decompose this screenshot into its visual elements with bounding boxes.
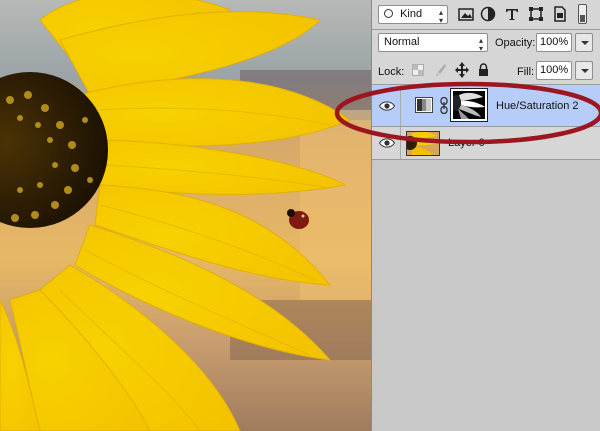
fill-value: 100% xyxy=(540,64,569,76)
canvas-photo xyxy=(0,0,371,431)
fill-dropdown-button[interactable] xyxy=(575,61,593,80)
image-filter-icon[interactable] xyxy=(458,6,474,22)
layer-name[interactable]: Hue/Saturation 2 xyxy=(496,100,579,112)
filter-toggle-icon[interactable] xyxy=(578,4,587,24)
shape-filter-icon[interactable] xyxy=(528,6,544,22)
blend-mode-value: Normal xyxy=(384,36,420,48)
search-icon xyxy=(384,9,393,18)
chevron-updown-icon: ▴ ▾ xyxy=(478,36,483,53)
blend-opacity-bar: Normal ▴ ▾ Opacity: 100% xyxy=(372,30,600,58)
layers-list-empty-area xyxy=(372,160,600,431)
eye-icon[interactable] xyxy=(379,138,395,148)
fill-label: Fill: xyxy=(517,66,535,78)
sunflower-thumbnail xyxy=(407,132,439,155)
lock-label: Lock: xyxy=(378,66,405,78)
filter-kind-label: Kind xyxy=(400,8,423,20)
mask-preview xyxy=(453,92,485,119)
type-filter-icon[interactable] xyxy=(504,6,520,22)
opacity-label: Opacity: xyxy=(495,37,536,49)
smart-object-filter-icon[interactable] xyxy=(552,6,568,22)
visibility-toggle[interactable] xyxy=(372,85,401,126)
adjustment-filter-icon[interactable] xyxy=(480,6,496,22)
opacity-input[interactable]: 100% xyxy=(536,33,572,52)
layer-mask-thumbnail[interactable] xyxy=(450,88,488,122)
sunflower-image xyxy=(0,0,371,431)
lock-transparency-icon[interactable] xyxy=(412,64,424,76)
lock-all-icon[interactable] xyxy=(478,63,489,76)
chain-link-icon[interactable] xyxy=(440,97,448,114)
layer-name[interactable]: Layer 0 xyxy=(448,137,485,149)
layer-thumbnail[interactable] xyxy=(406,131,440,156)
layer-filter-bar: Kind ▴ ▾ xyxy=(372,0,600,30)
lock-fill-bar: Lock: Fill: 100% xyxy=(372,58,600,84)
opacity-value: 100% xyxy=(540,36,569,48)
lock-pixels-brush-icon[interactable] xyxy=(435,63,447,77)
chevron-updown-icon: ▴ ▾ xyxy=(438,8,443,25)
layers-panel: Kind ▴ ▾ Normal ▴ ▾ Opacity: 100% Lock: … xyxy=(371,0,600,431)
layer-row-layer-0[interactable]: Layer 0 xyxy=(372,127,600,160)
blend-mode-dropdown[interactable]: Normal ▴ ▾ xyxy=(378,33,488,53)
lock-position-move-icon[interactable] xyxy=(455,62,469,78)
eye-icon[interactable] xyxy=(379,101,395,111)
fill-input[interactable]: 100% xyxy=(536,61,572,80)
filter-kind-dropdown[interactable]: Kind ▴ ▾ xyxy=(378,5,448,25)
hue-saturation-adjustment-icon xyxy=(415,97,433,113)
layer-row-hue-saturation-2[interactable]: Hue/Saturation 2 xyxy=(372,85,600,127)
visibility-toggle[interactable] xyxy=(372,127,401,159)
opacity-dropdown-button[interactable] xyxy=(575,33,593,52)
